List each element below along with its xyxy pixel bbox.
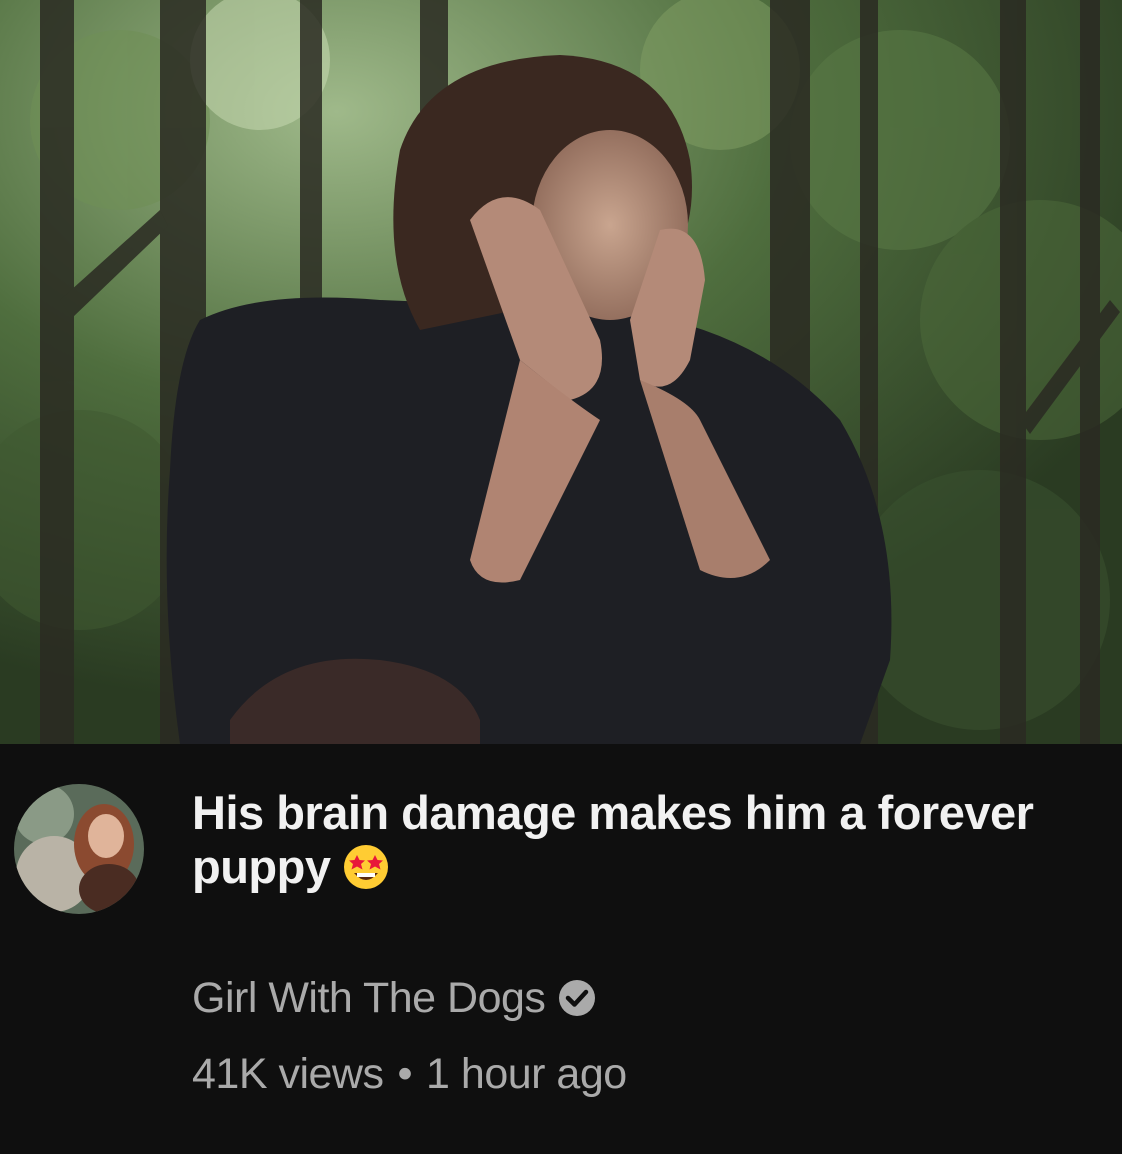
video-title[interactable]: His brain damage makes him a forever pup… bbox=[192, 786, 1072, 894]
meta-separator: • bbox=[397, 1050, 413, 1098]
channel-row[interactable]: Girl With The Dogs bbox=[192, 970, 597, 1026]
upload-age: 1 hour ago bbox=[426, 1050, 627, 1098]
channel-name: Girl With The Dogs bbox=[192, 973, 546, 1022]
avatar-image bbox=[14, 784, 144, 914]
channel-avatar[interactable] bbox=[14, 784, 144, 914]
video-metadata: 41K views • 1 hour ago bbox=[192, 1046, 627, 1102]
video-title-text: His brain damage makes him a forever pup… bbox=[192, 786, 1034, 893]
verified-check-icon bbox=[559, 980, 596, 1016]
video-thumbnail[interactable] bbox=[0, 0, 1122, 744]
star-struck-emoji-icon bbox=[344, 845, 389, 889]
thumbnail-image bbox=[0, 0, 1122, 744]
view-count: 41K views bbox=[192, 1050, 384, 1098]
